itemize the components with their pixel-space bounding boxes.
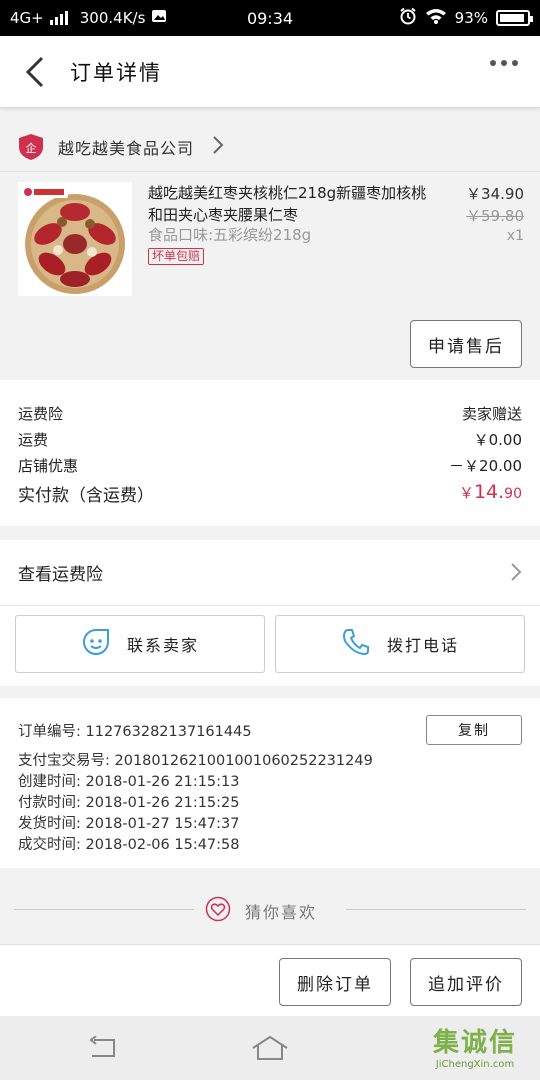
view-shipping-insurance-label: 查看运费险: [18, 565, 103, 585]
system-back-icon[interactable]: [88, 1035, 120, 1064]
apply-aftersale-button[interactable]: 申请售后: [410, 320, 522, 368]
paid-currency: ￥: [458, 484, 474, 502]
battery-icon: [496, 10, 533, 26]
shipping-row: 运费 ￥0.00: [18, 429, 522, 450]
shipped-time: 发货时间: 2018-01-27 15:47:37: [18, 816, 240, 832]
guess-you-like-divider: 猜你喜欢: [0, 868, 540, 944]
completed-time: 成交时间: 2018-02-06 15:47:58: [18, 837, 240, 853]
call-button[interactable]: 拨打电话: [275, 615, 525, 673]
shipping-label: 运费: [18, 431, 49, 449]
chat-face-icon: [81, 627, 111, 661]
order-number: 订单编号: 112763282137161445: [18, 724, 252, 740]
product-sku: 食品口味:五彩缤纷218g: [148, 226, 312, 244]
watermark-url: JiChengXin.com: [435, 1059, 515, 1070]
system-nav-bar: 集诚信 JiChengXin.com: [0, 1016, 540, 1080]
view-shipping-insurance-row[interactable]: 查看运费险: [0, 540, 540, 606]
signal-icon: [49, 11, 68, 25]
paid-label: 实付款（含运费）: [18, 486, 154, 506]
order-info: 订单编号: 112763282137161445 复制 支付宝交易号: 2018…: [0, 698, 540, 868]
phone-icon: [341, 627, 371, 661]
paid-time: 付款时间: 2018-01-26 21:15:25: [18, 795, 240, 811]
battery-percent: 93%: [454, 9, 488, 27]
discount-value: －￥20.00: [449, 457, 522, 475]
contact-buttons: 联系卖家 拨打电话: [0, 606, 540, 686]
created-time: 创建时间: 2018-01-26 21:15:13: [18, 774, 240, 790]
chevron-right-icon: [212, 135, 224, 159]
shop-logo-icon: 企: [18, 133, 44, 160]
shipping-insurance-value: 卖家赠送: [461, 405, 522, 423]
shop-row[interactable]: 企 越吃越美食品公司: [0, 122, 540, 172]
svg-text:企: 企: [26, 141, 37, 155]
guess-you-like-label: 猜你喜欢: [245, 903, 318, 922]
watermark-logo: 集诚信 JiChengXin.com: [416, 1022, 534, 1080]
product-original-price: ￥59.80: [466, 207, 524, 225]
product-price: ￥34.90: [466, 185, 524, 203]
copy-button[interactable]: 复制: [426, 715, 522, 745]
battery-level-fill: [500, 14, 525, 22]
product-image[interactable]: [18, 182, 132, 296]
shipping-insurance-row: 运费险 卖家赠送: [18, 403, 522, 424]
network-speed: 300.4K/s: [79, 9, 146, 27]
discount-row: 店铺优惠 －￥20.00: [18, 455, 522, 476]
product-card[interactable]: 越吃越美红枣夹核桃仁218g新疆枣加核桃和田夹心枣夹腰果仁枣 食品口味:五彩缤纷…: [0, 172, 540, 380]
chevron-left-icon: [25, 56, 44, 87]
shipping-value: ￥0.00: [473, 431, 522, 449]
discount-label: 店铺优惠: [18, 457, 79, 475]
shop-name: 越吃越美食品公司: [58, 138, 195, 158]
paid-decimal: 90: [504, 486, 522, 502]
order-actions-bar: 删除订单 追加评价: [0, 944, 540, 1016]
delete-order-button[interactable]: 删除订单: [279, 958, 391, 1006]
product-title: 越吃越美红枣夹核桃仁218g新疆枣加核桃和田夹心枣夹腰果仁枣: [148, 184, 427, 224]
shipping-insurance-label: 运费险: [18, 405, 64, 423]
contact-seller-button[interactable]: 联系卖家: [15, 615, 265, 673]
alipay-transaction-number: 支付宝交易号: 2018012621001001060252231249: [18, 753, 373, 769]
paid-amount: ￥14.90: [459, 481, 522, 506]
page-title: 订单详情: [70, 60, 162, 85]
heart-icon: [205, 896, 231, 926]
wifi-icon: [425, 8, 447, 28]
app-header: 订单详情: [0, 36, 540, 108]
watermark-text: 集诚信: [432, 1028, 517, 1058]
alarm-icon: [399, 7, 417, 29]
paid-row: 实付款（含运费） ￥14.90: [18, 481, 522, 506]
network-type: 4G+: [10, 9, 44, 27]
chevron-right-icon: [510, 562, 522, 587]
paid-integer: 14.: [473, 481, 505, 503]
system-home-icon[interactable]: [250, 1034, 290, 1066]
back-button[interactable]: [0, 36, 70, 108]
divider-line-left: [14, 909, 194, 910]
damage-guarantee-badge: 坏单包赔: [148, 248, 205, 265]
image-notification-icon: [151, 8, 167, 28]
more-options-icon[interactable]: [490, 60, 518, 66]
price-summary: 运费险 卖家赠送 运费 ￥0.00 店铺优惠 －￥20.00 实付款（含运费） …: [0, 380, 540, 526]
status-bar: 4G+ 300.4K/s 09:34 93%: [0, 0, 540, 36]
divider-line-right: [346, 909, 526, 910]
product-quantity: x1: [506, 228, 524, 244]
contact-seller-label: 联系卖家: [126, 636, 199, 655]
add-review-button[interactable]: 追加评价: [410, 958, 522, 1006]
call-label: 拨打电话: [386, 636, 459, 655]
